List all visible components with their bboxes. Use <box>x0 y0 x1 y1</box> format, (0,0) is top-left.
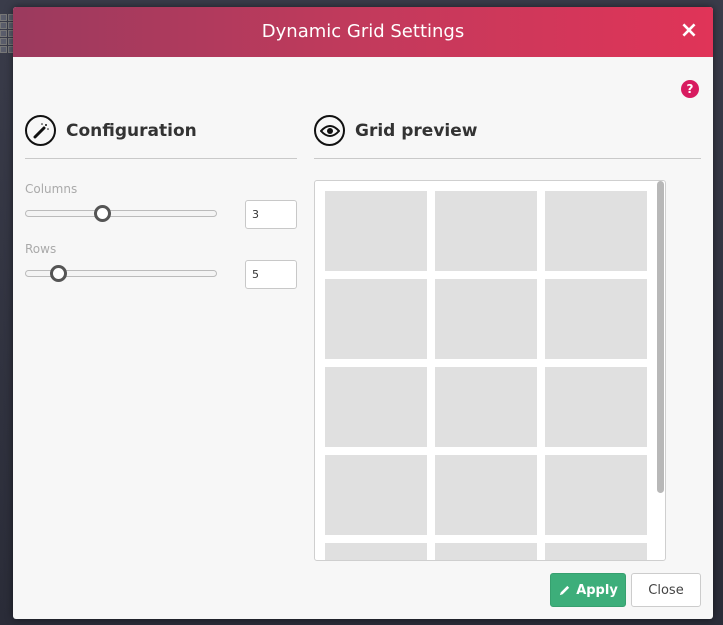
grid-preview-cell <box>545 279 647 359</box>
background-grid-icon <box>0 14 15 54</box>
grid-preview-cell <box>435 191 537 271</box>
apply-label: Apply <box>576 582 618 598</box>
grid-preview-cell <box>435 455 537 535</box>
close-button[interactable]: Close <box>631 573 701 607</box>
columns-input[interactable] <box>245 200 297 229</box>
grid-preview-cell <box>325 279 427 359</box>
grid-preview-cell <box>545 367 647 447</box>
rows-label: Rows <box>25 242 57 256</box>
help-icon[interactable]: ? <box>681 80 699 98</box>
grid-preview-cell <box>325 455 427 535</box>
configuration-title: Configuration <box>66 120 197 141</box>
grid-preview-cell <box>545 543 647 560</box>
grid-preview-title: Grid preview <box>355 120 478 141</box>
rows-slider-handle[interactable] <box>50 265 68 282</box>
grid-preview-cell <box>545 191 647 271</box>
grid-preview-cell <box>545 455 647 535</box>
preview-scrollbar[interactable] <box>657 181 664 493</box>
eye-icon <box>314 115 345 146</box>
dialog-title: Dynamic Grid Settings <box>261 21 465 42</box>
apply-button[interactable]: Apply <box>550 573 626 607</box>
grid-preview <box>325 191 647 560</box>
grid-preview-cell <box>325 367 427 447</box>
grid-preview-cell <box>325 543 427 560</box>
columns-slider[interactable] <box>25 205 217 222</box>
grid-preview-cell <box>325 191 427 271</box>
columns-label: Columns <box>25 182 78 196</box>
grid-preview-cell <box>435 543 537 560</box>
grid-preview-cell <box>435 367 537 447</box>
grid-preview-panel[interactable] <box>314 180 666 561</box>
pencil-icon <box>560 585 570 595</box>
magic-wand-icon <box>25 115 56 146</box>
rows-input[interactable] <box>245 260 297 289</box>
grid-settings-dialog: Dynamic Grid Settings × ? Configuration … <box>13 7 713 619</box>
rows-slider[interactable] <box>25 265 217 282</box>
configuration-heading: Configuration <box>25 115 197 146</box>
configuration-divider <box>25 158 297 159</box>
dialog-header: Dynamic Grid Settings × <box>13 7 713 57</box>
columns-slider-handle[interactable] <box>94 205 111 222</box>
grid-preview-heading: Grid preview <box>314 115 477 146</box>
close-icon[interactable]: × <box>677 17 701 45</box>
grid-preview-cell <box>435 279 537 359</box>
grid-preview-divider <box>314 158 701 159</box>
